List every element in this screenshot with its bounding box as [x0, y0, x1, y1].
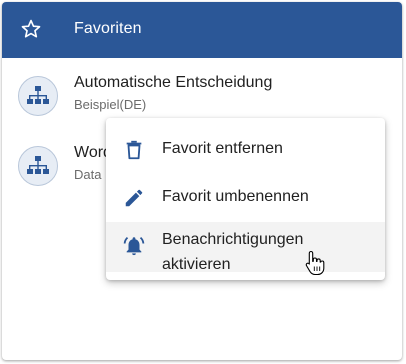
- menu-item-label-line2: aktivieren: [162, 256, 231, 273]
- enable-notifications-menu-item[interactable]: Benachrichtigungen aktivieren: [106, 222, 385, 273]
- pencil-icon: [125, 189, 143, 207]
- org-chart-icon: [18, 146, 58, 186]
- favorite-subtitle: Beispiel(DE): [74, 97, 147, 112]
- menu-item-label: Benachrichtigungen aktivieren: [162, 227, 362, 277]
- menu-item-label: Favorit umbenennen: [162, 188, 309, 205]
- bell-ring-icon: [123, 237, 145, 256]
- rename-favorite-menu-item[interactable]: Favorit umbenennen: [106, 174, 385, 222]
- menu-item-label: Favorit entfernen: [162, 140, 283, 157]
- favorite-subtitle: Data: [74, 167, 102, 182]
- trash-icon: [126, 140, 142, 160]
- remove-favorite-menu-item[interactable]: Favorit entfernen: [106, 126, 385, 174]
- menu-item-label-line1: Benachrichtigungen: [162, 231, 304, 248]
- favorite-name: Automatische Entscheidung: [74, 74, 273, 91]
- hand-pointer-icon: [305, 250, 325, 276]
- org-chart-icon: [18, 76, 58, 116]
- page-title: Favoriten: [74, 20, 142, 37]
- favorites-header: Favoriten: [2, 2, 402, 58]
- star-outline-icon: [21, 19, 41, 38]
- context-menu: Favorit entfernen Favorit umbenennen Ben…: [106, 118, 385, 280]
